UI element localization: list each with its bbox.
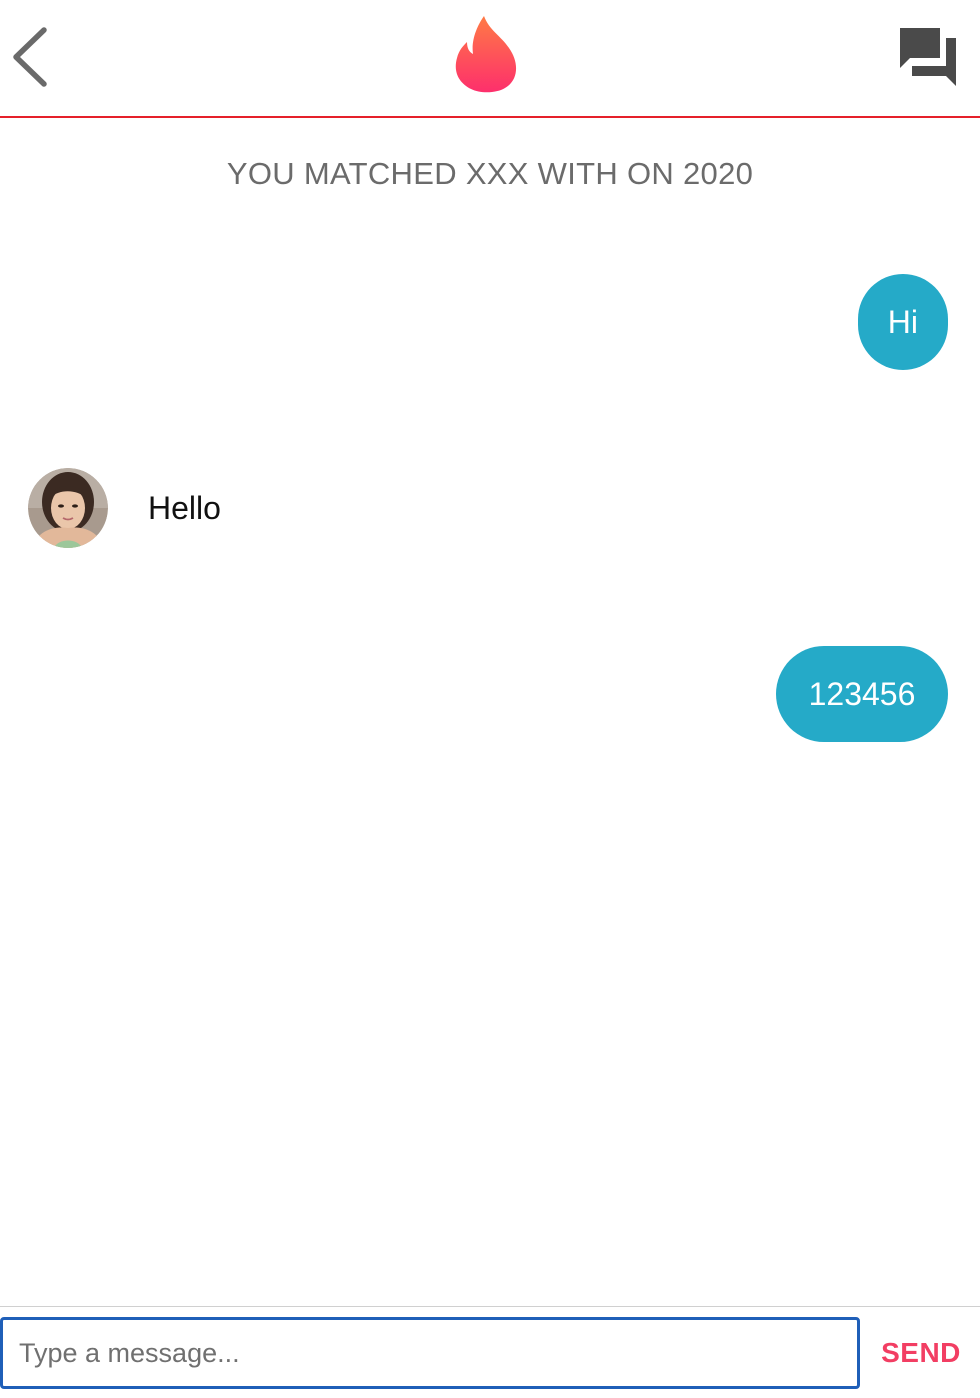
chevron-left-icon — [13, 27, 47, 87]
message-input[interactable] — [0, 1317, 860, 1389]
avatar[interactable] — [28, 468, 108, 548]
chat-screen: YOU MATCHED XXX WITH ON 2020 Hi Hello 12… — [0, 0, 980, 1398]
match-banner: YOU MATCHED XXX WITH ON 2020 — [226, 156, 754, 191]
outgoing-message-bubble: 123456 — [776, 646, 948, 742]
incoming-message-text: Hello — [148, 489, 221, 526]
back-button[interactable] — [4, 22, 60, 92]
message-composer: SEND — [0, 1306, 980, 1398]
flame-logo-icon — [451, 14, 525, 94]
forum-icon — [900, 28, 956, 86]
incoming-message-row: Hello — [28, 468, 221, 548]
conversations-button[interactable] — [894, 22, 964, 88]
app-header — [0, 0, 980, 118]
message-text: 123456 — [808, 675, 916, 712]
message-text: Hi — [887, 303, 918, 340]
outgoing-message-bubble: Hi — [857, 274, 948, 370]
send-button[interactable]: SEND — [862, 1317, 980, 1389]
